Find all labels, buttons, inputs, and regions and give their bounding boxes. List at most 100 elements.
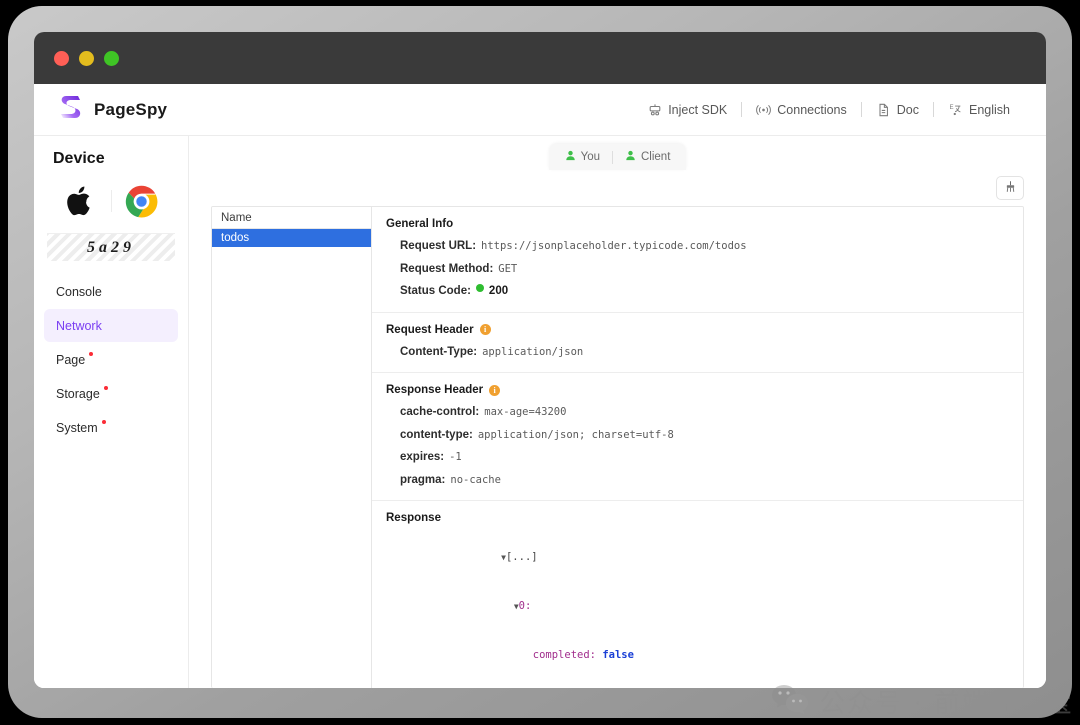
response-section: Response ▼[...] ▼0: completed: false [372, 501, 1023, 688]
sidebar-item-network[interactable]: Network [44, 309, 178, 342]
header-key: cache-control: [400, 406, 480, 419]
header-key: expires: [400, 451, 445, 464]
json-field-key: completed: [532, 648, 596, 661]
window-close-button[interactable] [54, 50, 69, 66]
response-header-title: Response Header i [386, 384, 1009, 396]
status-code-label: Status Code: [400, 285, 471, 298]
header-row: Content-Type: application/json [400, 345, 1009, 361]
json-field-value: false [602, 648, 634, 661]
request-list: Name todos [212, 207, 372, 688]
nav-connections-label: Connections [777, 102, 847, 117]
header-row: cache-control: max-age=43200 [400, 405, 1009, 421]
nav-inject-sdk-label: Inject SDK [668, 102, 728, 117]
sidebar-title: Device [53, 150, 105, 167]
sidebar-item-system[interactable]: System [44, 411, 178, 444]
wechat-icon [770, 683, 810, 720]
nav-connections[interactable]: Connections [742, 102, 861, 117]
browser-window: PageSpy Inject SDK Connections Doc E Eng… [34, 32, 1046, 688]
request-method-value: GET [498, 262, 518, 275]
inject-sdk-icon [647, 102, 662, 117]
pagespy-logo-icon [58, 93, 84, 126]
status-code-row: Status Code: 200 [400, 284, 1009, 300]
header-row: pragma: no-cache [400, 473, 1009, 489]
header-key: content-type: [400, 428, 473, 441]
watermark: 公众号 · 前端充电宝 [770, 683, 1074, 720]
brand-name: PageSpy [94, 99, 168, 119]
json-field-row: completed: false [400, 631, 1009, 680]
network-panels: Name todos General Info Request URL: htt… [211, 206, 1024, 688]
general-info-title: General Info [386, 218, 454, 230]
nav-language-label: English [969, 102, 1010, 117]
json-root-label: [...] [505, 551, 538, 564]
json-node-index: 0: [518, 600, 532, 613]
json-node-row[interactable]: ▼0: [400, 582, 1009, 631]
json-root-row[interactable]: ▼[...] [400, 533, 1009, 582]
request-header-title: Request Header i [386, 324, 1009, 336]
app-header: PageSpy Inject SDK Connections Doc E Eng… [34, 84, 1046, 136]
json-tree: ▼[...] ▼0: completed: false id: 1 [400, 533, 1009, 688]
notification-badge [89, 352, 94, 356]
apple-icon [50, 184, 111, 218]
request-method-label: Request Method: [400, 262, 494, 275]
sidebar-item-label: Console [56, 284, 102, 299]
header-value: application/json; charset=utf-8 [477, 428, 674, 441]
app-body: Device 5a29 Console Network Page Storage… [34, 136, 1046, 688]
info-icon[interactable]: i [479, 324, 491, 336]
sidebar-item-label: Network [56, 318, 102, 333]
window-minimize-button[interactable] [79, 50, 94, 66]
sidebar-item-storage[interactable]: Storage [44, 377, 178, 410]
tab-you-label: You [580, 151, 600, 163]
header-row: expires: -1 [400, 450, 1009, 466]
nav-doc-label: Doc [896, 102, 919, 117]
request-method-row: Request Method: GET [400, 262, 1009, 278]
brand-logo[interactable]: PageSpy [58, 93, 167, 126]
request-header-section: Request Header i Content-Type: applicati… [372, 313, 1023, 374]
perspective-tabs: You Client [548, 144, 687, 170]
request-name: todos [221, 232, 250, 244]
person-icon [565, 150, 576, 164]
general-info-section: General Info Request URL: https://jsonpl… [372, 207, 1023, 313]
chrome-icon [112, 185, 173, 218]
main-panel: You Client Name todos General Info Reque… [189, 136, 1046, 688]
nav-doc[interactable]: Doc [862, 102, 933, 117]
response-header-section: Response Header i cache-control: max-age… [372, 373, 1023, 502]
person-icon [625, 150, 636, 164]
broadcast-icon [756, 102, 772, 117]
device-bezel: PageSpy Inject SDK Connections Doc E Eng… [8, 6, 1074, 720]
notification-badge [103, 386, 108, 390]
request-header-title-text: Request Header [386, 323, 474, 336]
nav-inject-sdk[interactable]: Inject SDK [633, 102, 741, 117]
sidebar-item-label: Storage [56, 386, 100, 401]
document-icon [876, 102, 891, 117]
info-icon[interactable]: i [489, 384, 501, 396]
status-ok-icon [475, 284, 484, 293]
device-logos [34, 177, 188, 225]
svg-text:E: E [949, 104, 953, 111]
tab-client[interactable]: Client [613, 150, 682, 164]
window-maximize-button[interactable] [104, 50, 119, 66]
request-url-row: Request URL: https://jsonplaceholder.typ… [400, 239, 1009, 255]
sidebar-item-console[interactable]: Console [44, 275, 178, 308]
header-key: Content-Type: [400, 345, 478, 358]
sidebar-item-page[interactable]: Page [44, 343, 178, 376]
device-id: 5a29 [47, 233, 175, 261]
window-titlebar [34, 32, 1046, 84]
watermark-text: 公众号 · 前端充电宝 [819, 689, 1074, 719]
tab-you[interactable]: You [553, 150, 612, 164]
network-toolbar [189, 170, 1046, 206]
tab-client-label: Client [641, 151, 671, 163]
header-row: content-type: application/json; charset=… [400, 428, 1009, 444]
language-icon: E [948, 102, 963, 117]
clear-broom-icon [1004, 180, 1017, 196]
response-title: Response [386, 512, 441, 525]
json-field-row: id: 1 [400, 680, 1009, 688]
header-key: pragma: [400, 473, 446, 486]
request-row-todos[interactable]: todos [212, 229, 371, 247]
sidebar: Device 5a29 Console Network Page Storage… [34, 136, 189, 688]
clear-button[interactable] [996, 176, 1024, 200]
nav-language[interactable]: E English [934, 102, 1024, 117]
header-value: application/json [482, 345, 584, 358]
sidebar-item-label: Page [56, 352, 86, 367]
status-code-value: 200 [488, 285, 509, 298]
header-nav: Inject SDK Connections Doc E English [633, 102, 1024, 117]
